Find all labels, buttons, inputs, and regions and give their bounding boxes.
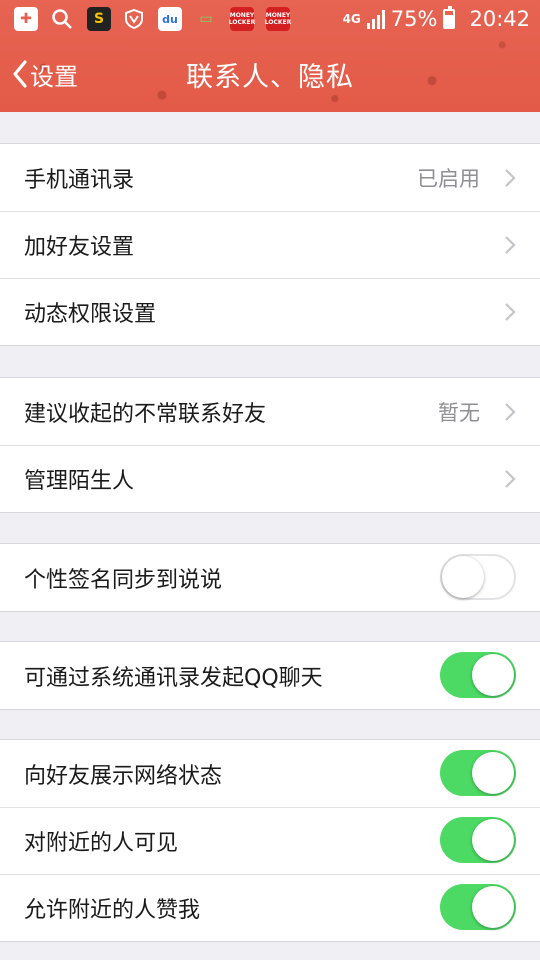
settings-group: 向好友展示网络状态 对附近的人可见 允许附近的人赞我	[0, 739, 540, 942]
setting-label: 允许附近的人赞我	[24, 897, 201, 923]
setting-label: 建议收起的不常联系好友	[24, 401, 267, 427]
setting-row-toggle[interactable]: 对附近的人可见	[0, 807, 540, 874]
plus-square-icon: ✚	[14, 7, 38, 31]
setting-row-toggle[interactable]: 可通过系统通讯录发起QQ聊天	[0, 642, 540, 709]
settings-group: 个性签名同步到说说	[0, 543, 540, 612]
battery-percent: 75%	[390, 7, 438, 31]
clock: 20:42	[469, 7, 530, 31]
setting-row-link[interactable]: 加好友设置	[0, 211, 540, 278]
s-app-icon: S	[87, 7, 111, 31]
setting-row-link[interactable]: 管理陌生人	[0, 445, 540, 512]
battery-icon	[443, 6, 456, 29]
search-icon	[50, 7, 74, 31]
setting-label: 动态权限设置	[24, 301, 157, 327]
setting-label: 管理陌生人	[24, 468, 135, 494]
setting-label: 手机通讯录	[24, 167, 135, 193]
toggle-knob	[472, 886, 514, 928]
setting-row-toggle[interactable]: 向好友展示网络状态	[0, 740, 540, 807]
network-type: 4G	[342, 12, 361, 26]
setting-label: 个性签名同步到说说	[24, 567, 223, 593]
signal-icon	[366, 9, 385, 29]
status-right: 4G 75% 20:42	[343, 4, 530, 34]
toggle-switch[interactable]	[440, 817, 516, 863]
chevron-right-icon	[505, 169, 516, 187]
shield-v-icon	[122, 7, 146, 31]
settings-group: 建议收起的不常联系好友 暂无管理陌生人	[0, 377, 540, 513]
chat-icon: ▭	[199, 11, 213, 27]
chevron-right-icon	[505, 236, 516, 254]
baidu-paw-icon: du	[158, 7, 182, 31]
money-locker-icon: MONEY LOCKER	[229, 7, 255, 31]
money-locker-icon: MONEY LOCKER	[265, 7, 291, 31]
setting-row-toggle[interactable]: 个性签名同步到说说	[0, 544, 540, 611]
toggle-switch[interactable]	[440, 750, 516, 796]
app-header: ✚ S du ▭ MONEY LOCKER MONEY LOCKER 4G 75% …	[0, 0, 540, 112]
setting-value: 已启用	[417, 166, 480, 191]
settings-group: 手机通讯录 已启用加好友设置动态权限设置	[0, 143, 540, 346]
setting-label: 加好友设置	[24, 234, 135, 260]
page-title: 联系人、隐私	[186, 62, 354, 93]
toggle-knob	[472, 654, 514, 696]
setting-label: 可通过系统通讯录发起QQ聊天	[24, 665, 323, 691]
chevron-right-icon	[505, 403, 516, 421]
setting-label: 向好友展示网络状态	[24, 763, 223, 789]
toggle-knob	[442, 556, 484, 598]
toggle-knob	[472, 752, 514, 794]
setting-value: 暂无	[438, 400, 480, 425]
setting-row-link[interactable]: 手机通讯录 已启用	[0, 144, 540, 211]
setting-label: 对附近的人可见	[24, 830, 179, 856]
settings-group: 可通过系统通讯录发起QQ聊天	[0, 641, 540, 710]
setting-row-link[interactable]: 建议收起的不常联系好友 暂无	[0, 378, 540, 445]
chevron-right-icon	[505, 470, 516, 488]
setting-row-link[interactable]: 动态权限设置	[0, 278, 540, 345]
setting-row-toggle[interactable]: 允许附近的人赞我	[0, 874, 540, 941]
toggle-switch[interactable]	[440, 554, 516, 600]
toggle-knob	[472, 819, 514, 861]
status-bar: ✚ S du ▭ MONEY LOCKER MONEY LOCKER 4G 75% …	[0, 0, 540, 38]
toggle-switch[interactable]	[440, 884, 516, 930]
toggle-switch[interactable]	[440, 652, 516, 698]
chevron-right-icon	[505, 303, 516, 321]
